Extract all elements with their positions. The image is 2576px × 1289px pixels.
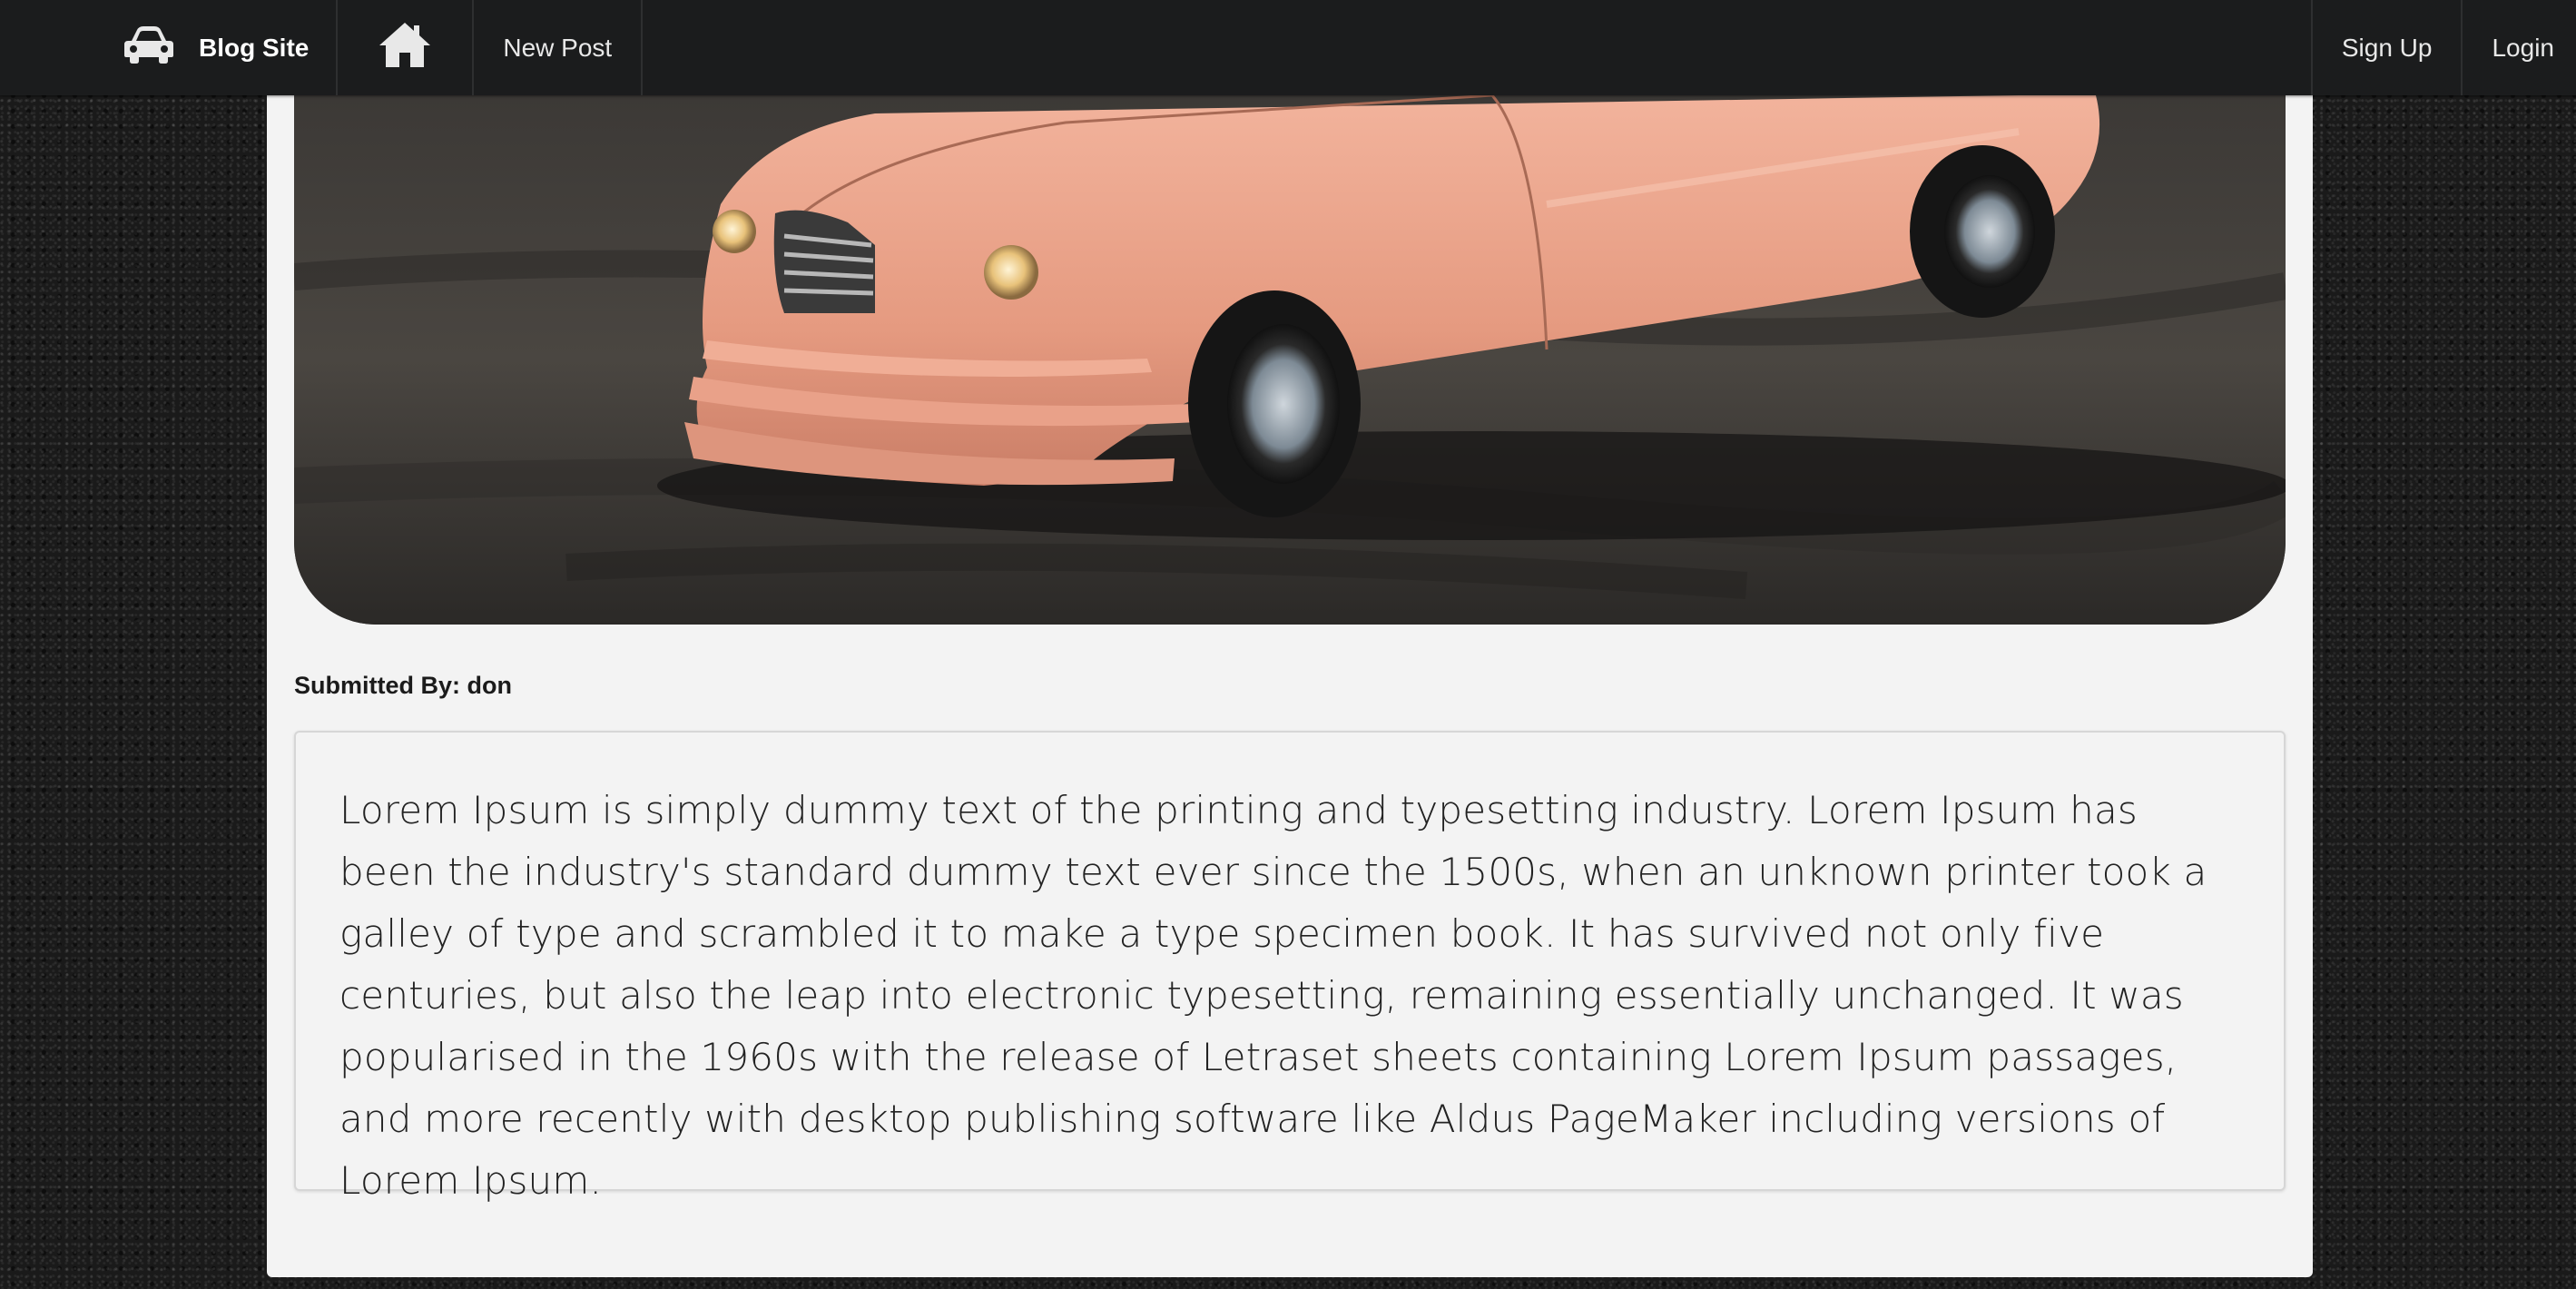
top-navbar: Blog Site New Post Sign Up Login [0, 0, 2576, 95]
home-icon [378, 20, 432, 75]
submitted-by: Submitted By: don [294, 672, 512, 699]
post-body-box: Lorem Ipsum is simply dummy text of the … [294, 731, 2286, 1203]
login-link[interactable]: Login [2461, 0, 2576, 95]
brand-label: Blog Site [199, 33, 310, 62]
home-button[interactable] [338, 0, 475, 95]
post-card: Submitted By: don Lorem Ipsum is simply … [267, 95, 2313, 1277]
new-post-link[interactable]: New Post [474, 0, 644, 95]
car-icon [123, 25, 175, 71]
sign-up-link[interactable]: Sign Up [2310, 0, 2462, 95]
brand-link[interactable]: Blog Site [95, 0, 339, 95]
post-image [294, 95, 2286, 625]
post-body-text: Lorem Ipsum is simply dummy text of the … [339, 788, 2207, 1203]
